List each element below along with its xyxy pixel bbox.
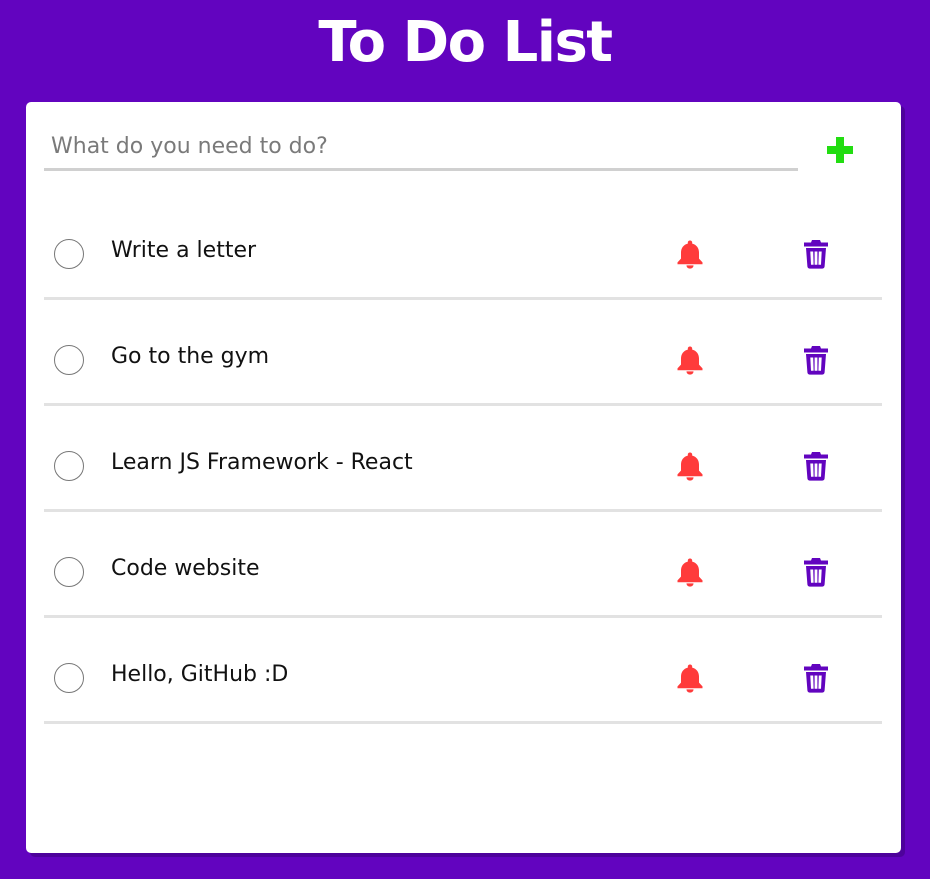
trash-icon	[804, 664, 828, 693]
complete-checkbox[interactable]	[54, 663, 84, 693]
new-todo-input[interactable]	[44, 124, 798, 171]
complete-checkbox[interactable]	[54, 345, 84, 375]
plus-icon	[827, 137, 853, 163]
todo-text: Learn JS Framework - React	[111, 450, 413, 475]
delete-button[interactable]	[798, 236, 834, 272]
complete-checkbox[interactable]	[54, 557, 84, 587]
reminder-button[interactable]	[672, 236, 708, 272]
reminder-button[interactable]	[672, 554, 708, 590]
reminder-button[interactable]	[672, 660, 708, 696]
bell-icon	[677, 558, 703, 587]
todo-text: Code website	[111, 556, 260, 581]
trash-icon	[804, 558, 828, 587]
todo-item: Hello, GitHub :D	[44, 618, 882, 724]
bell-icon	[677, 346, 703, 375]
bell-icon	[677, 452, 703, 481]
delete-button[interactable]	[798, 660, 834, 696]
todo-card: Write a letter Go to the gym	[26, 102, 901, 853]
add-todo-button[interactable]	[820, 130, 860, 170]
reminder-button[interactable]	[672, 342, 708, 378]
todo-item: Code website	[44, 512, 882, 618]
todo-text: Go to the gym	[111, 344, 270, 369]
todo-item: Learn JS Framework - React	[44, 406, 882, 512]
complete-checkbox[interactable]	[54, 451, 84, 481]
app-title: To Do List	[318, 10, 613, 75]
todo-item: Go to the gym	[44, 300, 882, 406]
todo-item: Write a letter	[44, 194, 882, 300]
reminder-button[interactable]	[672, 448, 708, 484]
add-todo-form	[44, 124, 882, 174]
todo-text: Write a letter	[111, 238, 257, 263]
trash-icon	[804, 452, 828, 481]
trash-icon	[804, 346, 828, 375]
todo-list: Write a letter Go to the gym Learn JS Fr…	[44, 194, 882, 724]
delete-button[interactable]	[798, 554, 834, 590]
bell-icon	[677, 664, 703, 693]
bell-icon	[677, 240, 703, 269]
trash-icon	[804, 240, 828, 269]
delete-button[interactable]	[798, 448, 834, 484]
todo-text: Hello, GitHub :D	[111, 662, 289, 687]
complete-checkbox[interactable]	[54, 239, 84, 269]
delete-button[interactable]	[798, 342, 834, 378]
